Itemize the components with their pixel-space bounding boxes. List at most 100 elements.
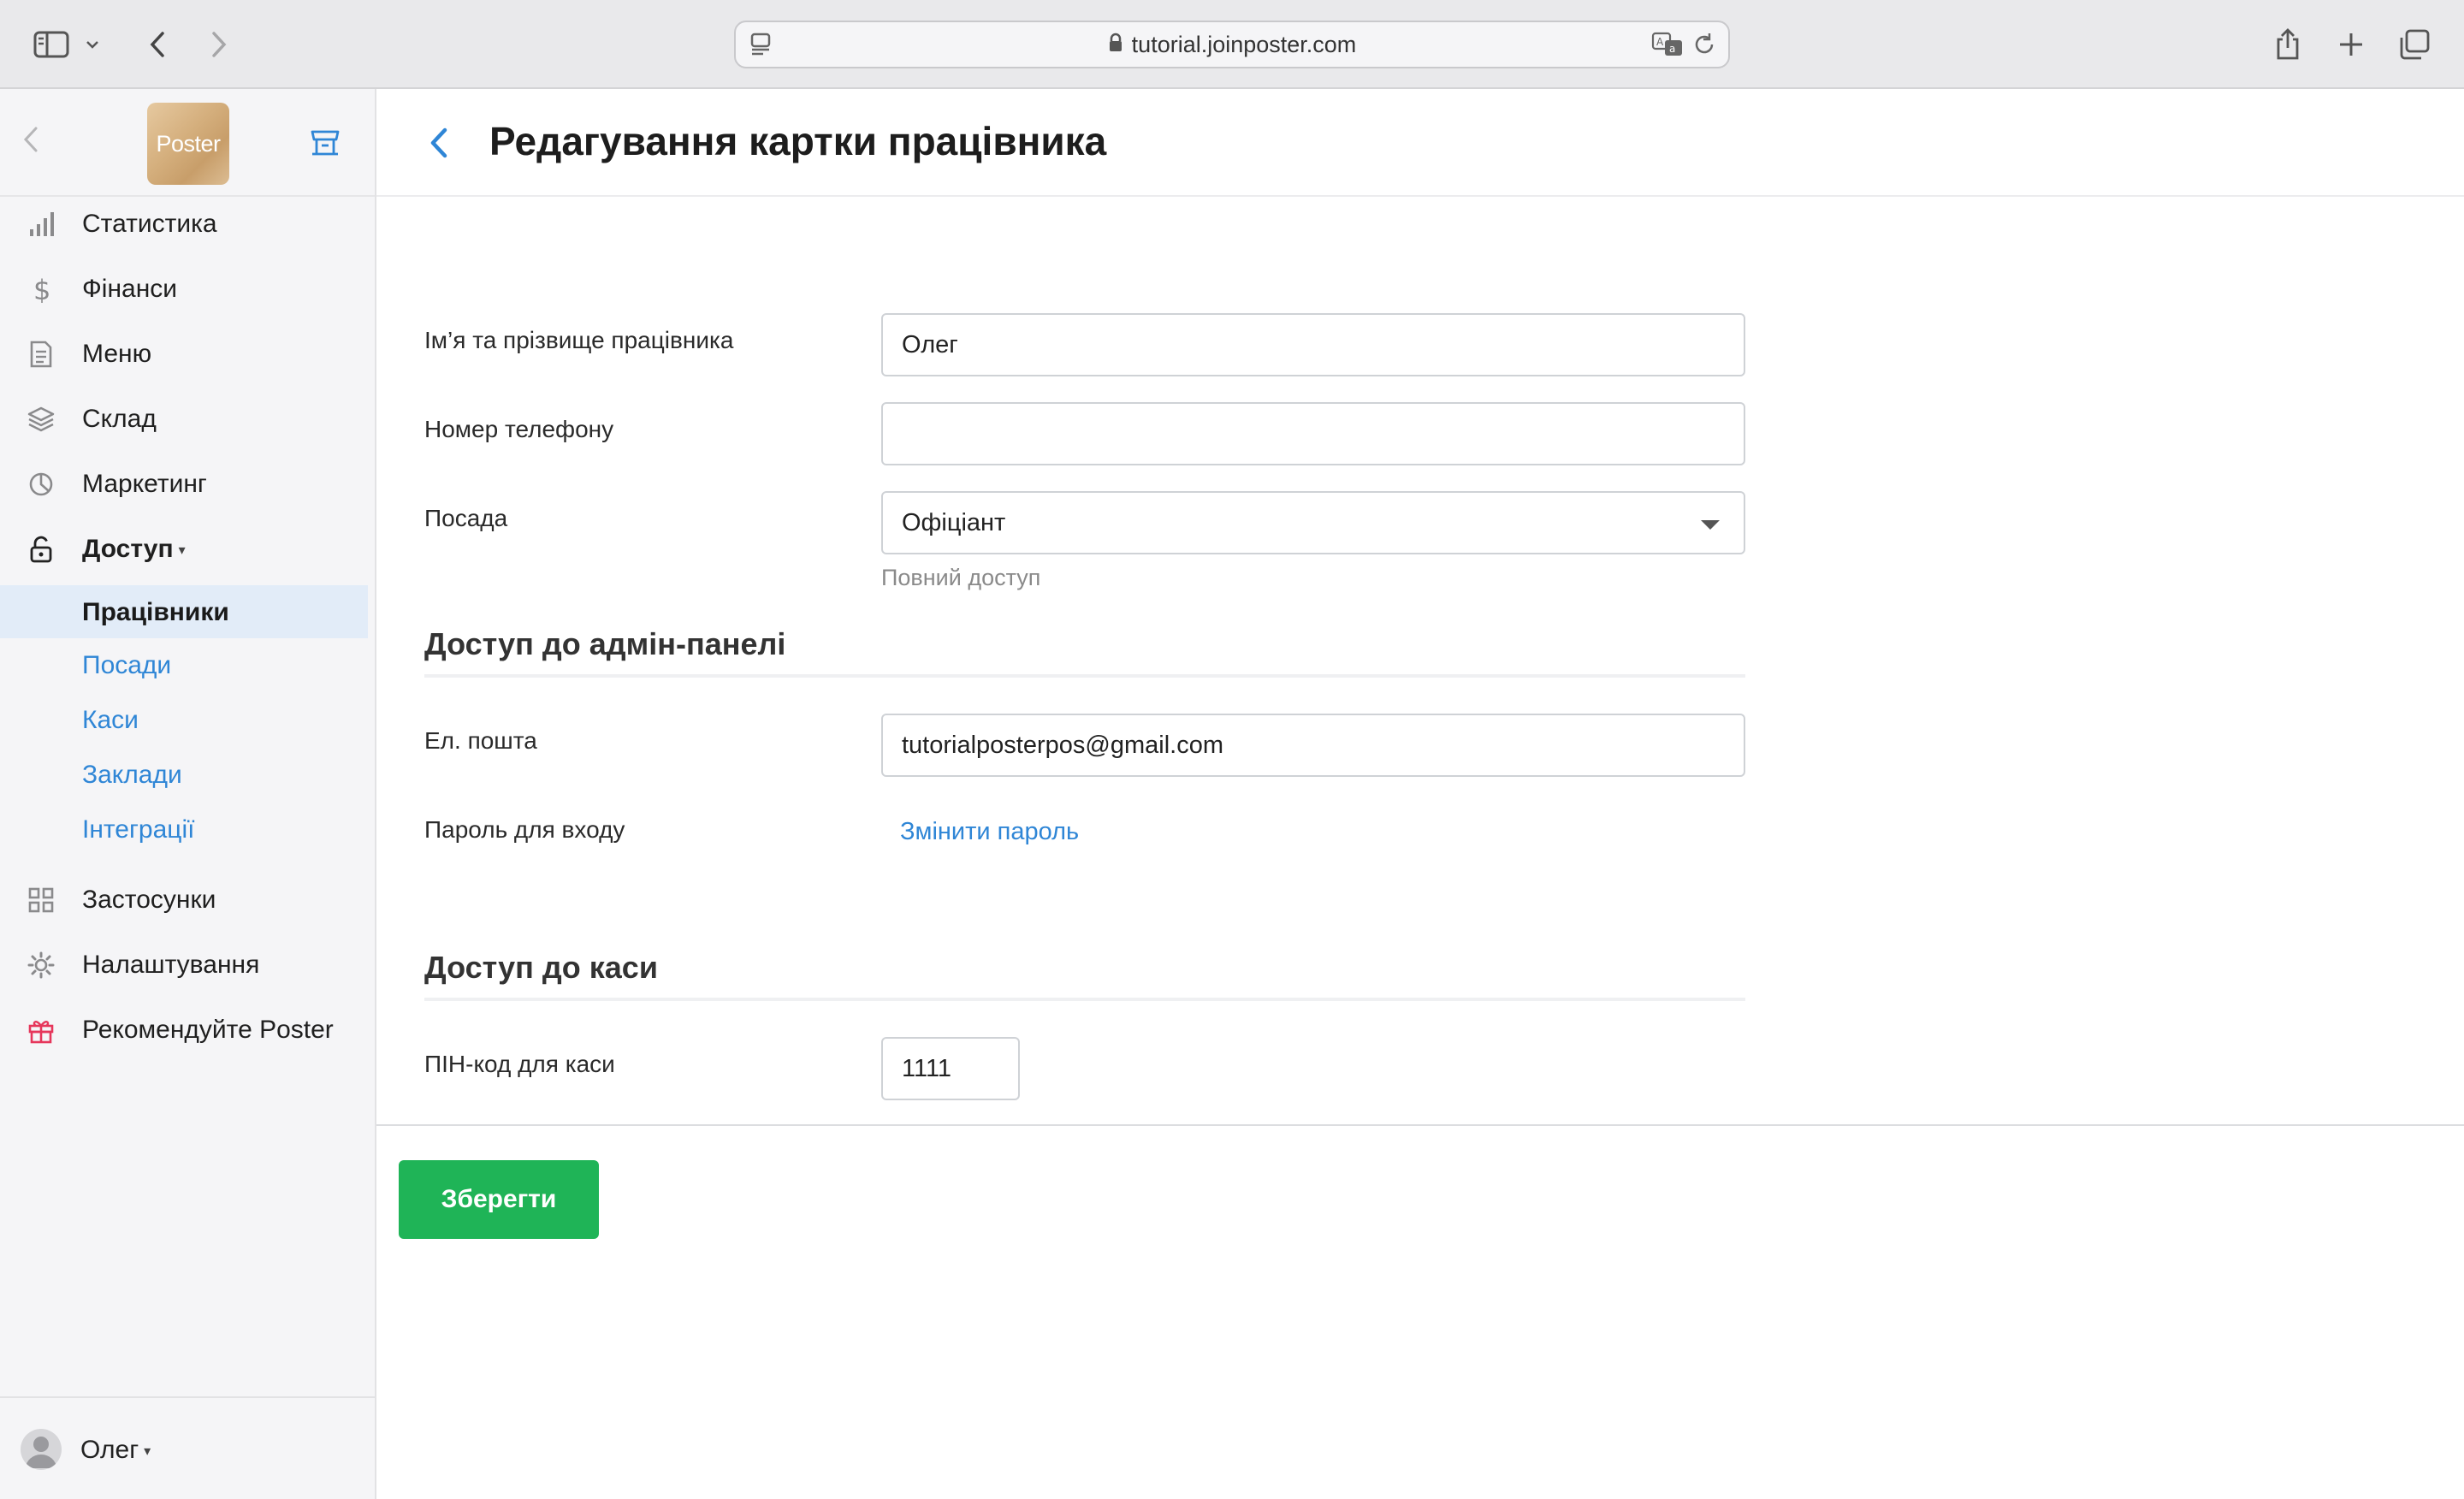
- tabs-overview-icon: [2398, 29, 2431, 60]
- sidebar-item-warehouse[interactable]: Склад: [0, 394, 375, 445]
- store-icon[interactable]: [310, 127, 341, 162]
- url-text: tutorial.joinposter.com: [1131, 31, 1357, 57]
- gift-icon: [27, 1016, 55, 1044]
- change-password-link[interactable]: Змінити пароль: [900, 818, 1079, 846]
- sidebar-item-access[interactable]: Доступ ▾: [0, 524, 375, 575]
- page-back-button[interactable]: [424, 123, 453, 167]
- sidebar-item-finance[interactable]: $ Фінанси: [0, 264, 375, 315]
- reload-icon[interactable]: [1691, 31, 1718, 62]
- phone-input[interactable]: [881, 402, 1745, 465]
- sidebar-item-access-text: Доступ: [82, 535, 174, 563]
- address-bar[interactable]: tutorial.joinposter.com Aa: [734, 21, 1730, 68]
- lock-icon: [1108, 33, 1123, 57]
- lock-open-icon: [27, 536, 55, 563]
- name-value: Олег: [902, 330, 958, 358]
- sidebar-subitem-label: Працівники: [82, 598, 229, 626]
- gear-icon: [27, 951, 55, 979]
- bar-chart-icon: [27, 210, 55, 238]
- password-label: Пароль для входу: [424, 816, 625, 843]
- position-hint: Повний доступ: [881, 565, 1041, 590]
- svg-text:A: A: [1656, 36, 1664, 48]
- document-icon: [27, 341, 55, 368]
- url-display: tutorial.joinposter.com: [736, 22, 1728, 67]
- share-button[interactable]: [2267, 24, 2308, 65]
- svg-text:a: a: [1669, 43, 1675, 55]
- translate-icon[interactable]: Aa: [1651, 31, 1685, 62]
- tab-overview-button[interactable]: [2394, 24, 2435, 65]
- position-select[interactable]: Офіціант: [881, 491, 1745, 554]
- caret-down-icon: ▾: [144, 1444, 151, 1460]
- user-name-text: Олег: [80, 1436, 139, 1464]
- layers-icon: [27, 406, 55, 433]
- sidebar-item-label: Рекомендуйте Poster: [82, 1016, 334, 1044]
- sidebar-toggle-icon: [33, 31, 69, 58]
- sidebar-item-apps[interactable]: Застосунки: [0, 874, 375, 926]
- app-root: tutorial.joinposter.com Aa Poster Статис…: [0, 0, 2464, 1499]
- pin-label: ПІН-код для каси: [424, 1051, 615, 1077]
- svg-text:$: $: [33, 276, 50, 303]
- browser-back-button[interactable]: [137, 24, 178, 65]
- page-title: Редагування картки працівника: [489, 119, 1107, 163]
- position-label: Посада: [424, 505, 508, 531]
- browser-toolbar: tutorial.joinposter.com Aa: [0, 0, 2464, 89]
- grid-icon: [27, 886, 55, 914]
- chevron-down-icon: [85, 39, 100, 50]
- email-value: tutorialposterpos@gmail.com: [902, 731, 1223, 759]
- pos-access-section-title: Доступ до каси: [424, 950, 1745, 1001]
- sidebar-subitem-employees[interactable]: Працівники: [0, 585, 368, 638]
- name-label: Ім’я та прізвище працівника: [424, 327, 734, 353]
- sidebar-item-label: Маркетинг: [82, 470, 207, 498]
- sidebar: Poster Статистика $ Фінанси Меню Склад М…: [0, 89, 376, 1499]
- share-icon: [2274, 27, 2301, 62]
- pin-value: 1111: [902, 1054, 952, 1082]
- pie-chart-icon: [27, 471, 55, 498]
- sidebar-item-label: Склад: [82, 405, 157, 433]
- sidebar-subitem-positions[interactable]: Посади: [0, 638, 368, 691]
- caret-down-icon: [1701, 520, 1720, 530]
- sidebar-item-label: Налаштування: [82, 951, 260, 979]
- sidebar-subitem-integrations[interactable]: Інтеграції: [0, 803, 368, 856]
- pin-input[interactable]: 1111: [881, 1037, 1020, 1100]
- main-content: Редагування картки працівника Ім’я та пр…: [376, 89, 2464, 1499]
- avatar: [21, 1429, 62, 1470]
- name-input[interactable]: Олег: [881, 313, 1745, 376]
- sidebar-item-marketing[interactable]: Маркетинг: [0, 459, 375, 510]
- sidebar-item-label: Фінанси: [82, 275, 178, 303]
- sidebar-subitem-label: Інтеграції: [82, 815, 195, 844]
- caret-down-icon: ▾: [178, 543, 186, 559]
- position-value: Офіціант: [902, 508, 1006, 536]
- new-tab-button[interactable]: [2331, 24, 2372, 65]
- collapse-sidebar-icon[interactable]: [22, 125, 39, 158]
- sidebar-toggle-button[interactable]: [31, 24, 72, 65]
- sidebar-header: Poster: [0, 89, 375, 197]
- browser-forward-button[interactable]: [198, 24, 240, 65]
- sidebar-item-settings[interactable]: Налаштування: [0, 939, 375, 991]
- admin-access-section-title: Доступ до адмін-панелі: [424, 626, 1745, 678]
- sidebar-item-label: Застосунки: [82, 886, 216, 914]
- poster-logo[interactable]: Poster: [147, 103, 229, 185]
- sidebar-subitem-registers[interactable]: Каси: [0, 693, 368, 746]
- page-header: Редагування картки працівника: [376, 89, 2464, 197]
- form-footer-divider: [376, 1124, 2464, 1126]
- plus-icon: [2338, 32, 2364, 57]
- tab-group-dropdown-button[interactable]: [79, 24, 106, 65]
- sidebar-subitem-label: Каси: [82, 706, 139, 734]
- save-button[interactable]: Зберегти: [399, 1160, 599, 1239]
- chevron-right-icon: [210, 30, 228, 59]
- email-label: Ел. пошта: [424, 727, 537, 754]
- sidebar-item-label: Меню: [82, 340, 152, 368]
- user-name: Олег ▾: [80, 1436, 151, 1465]
- sidebar-subitem-label: Посади: [82, 651, 172, 679]
- sidebar-subitem-venues[interactable]: Заклади: [0, 748, 368, 801]
- chevron-left-icon: [148, 30, 167, 59]
- sidebar-item-menu[interactable]: Меню: [0, 329, 375, 380]
- sidebar-item-statistics[interactable]: Статистика: [0, 198, 375, 250]
- email-input[interactable]: tutorialposterpos@gmail.com: [881, 714, 1745, 777]
- dollar-icon: $: [27, 274, 55, 306]
- sidebar-item-label: Доступ ▾: [82, 535, 186, 564]
- user-menu[interactable]: Олег ▾: [0, 1396, 375, 1499]
- logo-text: Poster: [156, 130, 221, 157]
- sidebar-item-recommend[interactable]: Рекомендуйте Poster: [0, 1004, 375, 1056]
- sidebar-subitem-label: Заклади: [82, 761, 182, 789]
- chevron-left-icon: [430, 127, 447, 158]
